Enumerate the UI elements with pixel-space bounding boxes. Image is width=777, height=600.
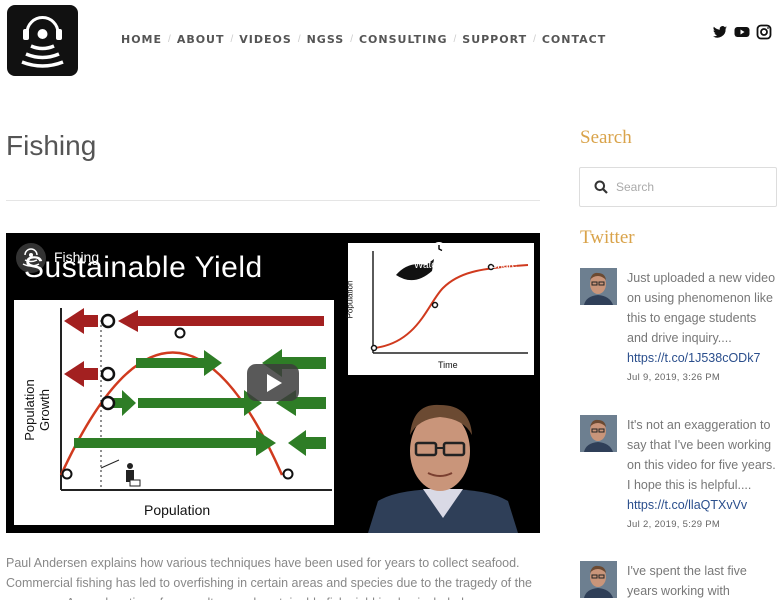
tweet-text: It's not an exaggeration to say that I'v…	[627, 418, 776, 492]
presenter-image	[368, 404, 518, 533]
site-logo[interactable]	[7, 5, 78, 76]
clock-icon	[432, 242, 446, 256]
search-box[interactable]	[579, 167, 777, 207]
chart-y-label-line1: Population	[22, 379, 37, 441]
avatar[interactable]	[580, 415, 617, 452]
chart-y-label: Population Growth	[22, 365, 52, 455]
nav-videos[interactable]: VIDEOS	[239, 33, 292, 46]
youtube-icon[interactable]	[734, 24, 750, 40]
nav-separator: /	[453, 34, 457, 45]
nav-contact[interactable]: CONTACT	[542, 33, 606, 46]
chart-x-label: Population	[144, 502, 211, 518]
tweet-text: Just uploaded a new video on using pheno…	[627, 271, 776, 345]
play-button[interactable]	[247, 364, 299, 401]
page-title: Fishing	[6, 130, 97, 161]
nav-separator: /	[297, 34, 301, 45]
tweet-text: I've spent the last five years working w…	[627, 564, 747, 598]
nav-ngss[interactable]: NGSS	[307, 33, 345, 46]
title-divider	[6, 200, 540, 201]
search-heading: Search	[580, 127, 632, 148]
twitter-heading: Twitter	[580, 227, 635, 248]
tweet-date[interactable]: Jul 9, 2019, 3:26 PM	[627, 372, 777, 383]
watch-later-button[interactable]: Watch later	[402, 241, 476, 271]
share-button[interactable]: Share	[484, 241, 524, 271]
tweet-link[interactable]: https://t.co/1J538cODk7	[627, 348, 777, 368]
video-description: Paul Andersen explains how various techn…	[6, 556, 532, 600]
nav-consulting[interactable]: CONSULTING	[359, 33, 448, 46]
video-title[interactable]: Fishing	[54, 249, 99, 265]
avatar[interactable]	[580, 268, 617, 305]
nav-separator: /	[350, 34, 353, 45]
search-icon	[594, 180, 608, 194]
nav-home[interactable]: HOME	[121, 33, 162, 46]
twitter-icon[interactable]	[712, 24, 728, 40]
nav-about[interactable]: ABOUT	[177, 33, 225, 46]
video-player[interactable]: Sustainable Yield Fishing Population Pop…	[6, 233, 540, 533]
inset-y-label: Population	[345, 280, 355, 319]
social-links	[712, 24, 772, 40]
main-nav: HOME / ABOUT / VIDEOS / NGSS / CONSULTIN…	[121, 33, 606, 46]
inset-x-label: Time	[438, 360, 458, 370]
search-input[interactable]	[616, 180, 766, 194]
instagram-icon[interactable]	[756, 24, 772, 40]
sustainable-yield-chart: Population Population Growth	[14, 300, 334, 525]
share-icon	[497, 243, 511, 255]
headphones-logo-icon	[21, 16, 64, 68]
avatar[interactable]	[580, 561, 617, 598]
tweet-link[interactable]: https://t.co/llaQTXvVv	[627, 495, 777, 515]
watch-later-label: Watch later	[413, 260, 465, 271]
nav-separator: /	[533, 34, 536, 45]
nav-support[interactable]: SUPPORT	[462, 33, 527, 46]
nav-separator: /	[230, 34, 234, 45]
nav-separator: /	[168, 34, 171, 45]
share-label: Share	[490, 260, 518, 271]
tweet-date[interactable]: Jul 2, 2019, 5:29 PM	[627, 519, 777, 530]
chart-y-label-line2: Growth	[37, 389, 52, 431]
